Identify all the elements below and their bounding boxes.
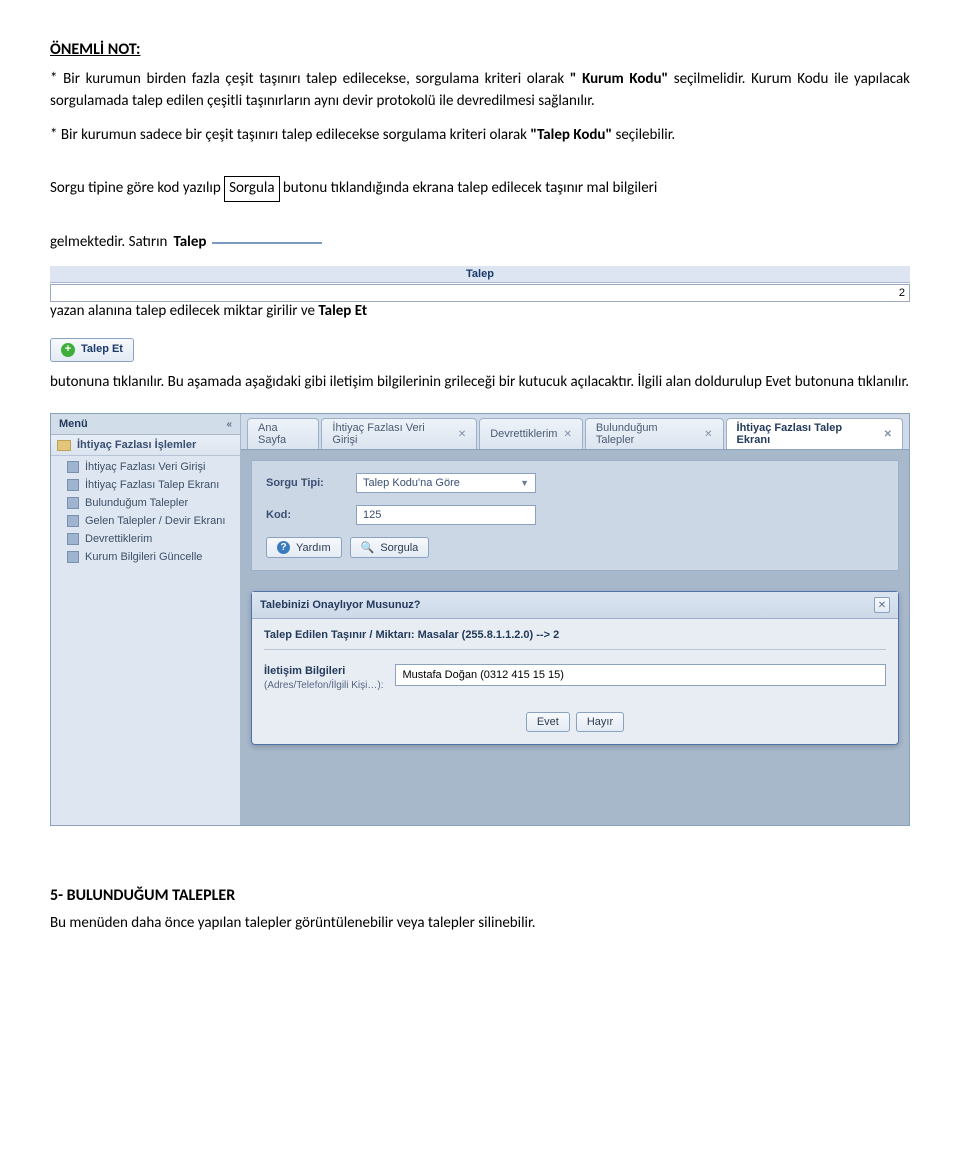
talep-kodu-quote: "Talep Kodu" [530,126,612,144]
text: * Bir kurumun sadece bir çeşit taşınırı … [50,126,530,144]
important-note-heading: ÖNEMLİ NOT: [50,40,910,59]
iletisim-label-main: İletişim Bilgileri [264,664,383,678]
talep-et-button[interactable]: + Talep Et [50,338,134,362]
section-5-heading: 5- BULUNDUĞUM TALEPLER [50,886,910,905]
sidebar-item-label: İhtiyaç Fazlası Talep Ekranı [85,479,219,491]
sidebar-item-label: Devrettiklerim [85,533,152,545]
text: butonuna tıklanılır. Bu aşamada aşağıdak… [50,372,909,394]
paragraph-5: + Talep Et butonuna tıklanılır. Bu aşama… [50,338,910,394]
tab-devrettiklerim[interactable]: Devrettiklerim ✕ [479,418,583,449]
paragraph-1: * Bir kurumun birden fazla çeşit taşınır… [50,69,910,113]
text-bold-talep-et: Talep Et [318,302,367,320]
text: seçilebilir. [615,126,675,144]
sorgu-tipi-select[interactable]: Talep Kodu'na Göre ▼ [356,473,536,493]
tab-label: Ana Sayfa [258,422,308,446]
tab-talep-ekrani[interactable]: İhtiyaç Fazlası Talep Ekranı ✕ [726,418,903,449]
iletisim-input[interactable] [395,664,886,686]
yardim-label: Yardım [296,542,331,554]
doc-icon [67,515,79,527]
close-icon[interactable]: ✕ [884,429,892,440]
sidebar-item-label: Bulunduğum Talepler [85,497,188,509]
text: butonu tıklandığında ekrana talep edilec… [283,179,657,197]
evet-label: Evet [537,716,559,728]
close-icon[interactable]: ✕ [704,429,712,440]
help-icon: ? [277,541,290,554]
tab-label: İhtiyaç Fazlası Veri Girişi [332,422,451,446]
close-icon[interactable]: ✕ [563,429,571,440]
dialog-summary-label: Talep Edilen Taşınır / Miktarı: [264,629,418,641]
sidebar: Menü « İhtiyaç Fazlası İşlemler İhtiyaç … [51,414,241,824]
dialog-summary: Talep Edilen Taşınır / Miktarı: Masalar … [264,629,886,650]
menu-label: Menü [59,418,88,430]
doc-icon [67,461,79,473]
plus-icon: + [61,343,75,357]
hayir-label: Hayır [587,716,613,728]
sidebar-items: İhtiyaç Fazlası Veri Girişi İhtiyaç Fazl… [51,456,240,570]
doc-icon [67,479,79,491]
search-panel: Sorgu Tipi: Talep Kodu'na Göre ▼ Kod: ? … [251,460,899,571]
sidebar-header: Menü « [51,414,240,435]
sorgu-tipi-value: Talep Kodu'na Göre [363,477,460,489]
text: gelmektedir. Satırın [50,232,167,254]
confirm-dialog: Talebinizi Onaylıyor Musunuz? ✕ Talep Ed… [251,591,899,744]
sidebar-item-gelen-talepler[interactable]: Gelen Talepler / Devir Ekranı [51,512,240,530]
sidebar-item-label: İhtiyaç Fazlası Veri Girişi [85,461,205,473]
close-icon[interactable]: ✕ [458,429,466,440]
doc-icon [67,551,79,563]
iletisim-label: İletişim Bilgileri (Adres/Telefon/İlgili… [264,664,383,691]
talep-widget-header: Talep [50,266,910,283]
section-5-paragraph: Bu menüden daha önce yapılan talepler gö… [50,913,910,935]
sidebar-item-veri-girisi[interactable]: İhtiyaç Fazlası Veri Girişi [51,458,240,476]
tab-label: İhtiyaç Fazlası Talep Ekranı [737,422,878,446]
iletisim-label-sub: (Adres/Telefon/İlgili Kişi…): [264,679,383,692]
paragraph-3: Sorgu tipine göre kod yazılıp Sorgula bu… [50,176,910,202]
sidebar-group-label: İhtiyaç Fazlası İşlemler [77,439,196,451]
kurum-kodu-quote: " Kurum Kodu" [570,70,668,88]
doc-icon [67,497,79,509]
tab-bar: Ana Sayfa İhtiyaç Fazlası Veri Girişi ✕ D… [241,414,909,450]
sidebar-item-label: Gelen Talepler / Devir Ekranı [85,515,225,527]
kod-input[interactable] [356,505,536,525]
collapse-icon[interactable]: « [226,419,232,430]
folder-icon [57,440,71,451]
doc-icon [67,533,79,545]
sorgula-button[interactable]: 🔍 Sorgula [350,537,430,558]
tab-ana-sayfa[interactable]: Ana Sayfa [247,418,319,449]
talep-et-label: Talep Et [81,342,123,358]
text: yazan alanına talep edilecek miktar giri… [50,302,318,320]
chevron-down-icon: ▼ [520,478,529,488]
dialog-title: Talebinizi Onaylıyor Musunuz? [260,599,421,611]
sidebar-item-bulundugum[interactable]: Bulunduğum Talepler [51,494,240,512]
dialog-summary-value: Masalar (255.8.1.1.2.0) --> 2 [418,629,560,641]
sorgula-inline-button: Sorgula [224,176,279,202]
sidebar-item-label: Kurum Bilgileri Güncelle [85,551,202,563]
paragraph-2: * Bir kurumun sadece bir çeşit taşınırı … [50,125,910,147]
tab-label: Devrettiklerim [490,428,557,440]
text: * Bir kurumun birden fazla çeşit taşınır… [50,70,570,88]
talep-widget-input[interactable] [50,284,910,302]
hayir-button[interactable]: Hayır [576,712,624,732]
tab-label: Bulunduğum Talepler [596,422,698,446]
dialog-close-button[interactable]: ✕ [874,597,890,613]
sidebar-item-devrettiklerim[interactable]: Devrettiklerim [51,530,240,548]
sorgu-tipi-label: Sorgu Tipi: [266,477,346,489]
yardim-button[interactable]: ? Yardım [266,537,342,558]
sidebar-item-talep-ekrani[interactable]: İhtiyaç Fazlası Talep Ekranı [51,476,240,494]
evet-button[interactable]: Evet [526,712,570,732]
search-icon: 🔍 [361,541,375,554]
sorgula-label: Sorgula [380,542,418,554]
text-bold-talep: Talep [173,232,206,254]
paragraph-4: gelmektedir. Satırın Talep [50,232,910,254]
talep-column-widget [212,242,322,244]
text: Sorgu tipine göre kod yazılıp [50,179,224,197]
sidebar-group[interactable]: İhtiyaç Fazlası İşlemler [51,435,240,456]
app-screenshot: Menü « İhtiyaç Fazlası İşlemler İhtiyaç … [50,413,910,825]
kod-label: Kod: [266,509,346,521]
main-area: Ana Sayfa İhtiyaç Fazlası Veri Girişi ✕ D… [241,414,909,824]
tab-bulundugum[interactable]: Bulunduğum Talepler ✕ [585,418,724,449]
sidebar-item-kurum-bilgileri[interactable]: Kurum Bilgileri Güncelle [51,548,240,566]
tab-veri-girisi[interactable]: İhtiyaç Fazlası Veri Girişi ✕ [321,418,477,449]
